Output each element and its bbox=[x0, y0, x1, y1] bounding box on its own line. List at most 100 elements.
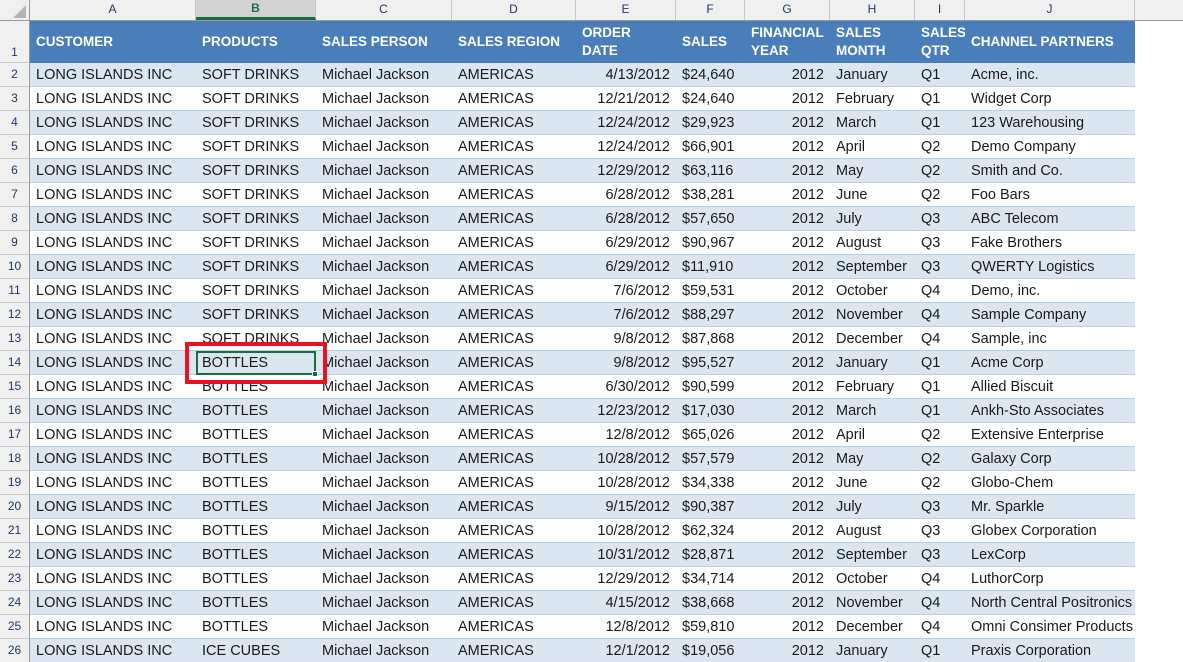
cell-sales-qtr[interactable]: Q4 bbox=[915, 327, 965, 351]
row-header-17[interactable]: 17 bbox=[0, 423, 29, 447]
cell-sales[interactable]: $34,338 bbox=[676, 471, 745, 495]
cell-channel-partners[interactable]: Mr. Sparkle bbox=[965, 495, 1135, 519]
cell-sales-qtr[interactable]: Q3 bbox=[915, 231, 965, 255]
table-row[interactable]: LONG ISLANDS INC BOTTLES Michael Jackson AM… bbox=[30, 423, 1183, 447]
cell-sales[interactable]: $66,901 bbox=[676, 135, 745, 159]
cell-order-date[interactable]: 6/28/2012 bbox=[576, 207, 676, 231]
cell-channel-partners[interactable]: Acme Corp bbox=[965, 351, 1135, 375]
cell-customer[interactable]: LONG ISLANDS INC bbox=[30, 591, 196, 615]
cell-products[interactable]: SOFT DRINKS bbox=[196, 159, 316, 183]
cell-sales-person[interactable]: Michael Jackson bbox=[316, 615, 452, 639]
cell-sales[interactable]: $17,030 bbox=[676, 399, 745, 423]
cell-sales-month[interactable]: October bbox=[830, 279, 915, 303]
cell-products[interactable]: BOTTLES bbox=[196, 591, 316, 615]
column-title-sales-person[interactable]: SALES PERSON bbox=[316, 21, 452, 63]
cell-sales-person[interactable]: Michael Jackson bbox=[316, 279, 452, 303]
row-header-13[interactable]: 13 bbox=[0, 327, 29, 351]
cell-channel-partners[interactable]: Omni Consimer Products bbox=[965, 615, 1135, 639]
cell-sales-month[interactable]: January bbox=[830, 351, 915, 375]
cell-financial-year[interactable]: 2012 bbox=[745, 135, 830, 159]
row-header-25[interactable]: 25 bbox=[0, 615, 29, 639]
column-header-i[interactable]: I bbox=[915, 0, 965, 20]
cell-sales-qtr[interactable]: Q4 bbox=[915, 279, 965, 303]
cell-sales-month[interactable]: October bbox=[830, 567, 915, 591]
cell-sales[interactable]: $59,810 bbox=[676, 615, 745, 639]
cell-sales-region[interactable]: AMERICAS bbox=[452, 543, 576, 567]
cell-customer[interactable]: LONG ISLANDS INC bbox=[30, 519, 196, 543]
cell-financial-year[interactable]: 2012 bbox=[745, 111, 830, 135]
cell-sales-region[interactable]: AMERICAS bbox=[452, 471, 576, 495]
cell-customer[interactable]: LONG ISLANDS INC bbox=[30, 351, 196, 375]
cell-sales-region[interactable]: AMERICAS bbox=[452, 207, 576, 231]
cell-sales-qtr[interactable]: Q1 bbox=[915, 639, 965, 662]
table-row[interactable]: LONG ISLANDS INC BOTTLES Michael Jackson AM… bbox=[30, 519, 1183, 543]
cell-products[interactable]: SOFT DRINKS bbox=[196, 279, 316, 303]
cell-financial-year[interactable]: 2012 bbox=[745, 327, 830, 351]
cell-sales-region[interactable]: AMERICAS bbox=[452, 591, 576, 615]
cell-financial-year[interactable]: 2012 bbox=[745, 447, 830, 471]
cell-sales-qtr[interactable]: Q4 bbox=[915, 591, 965, 615]
cell-products[interactable]: SOFT DRINKS bbox=[196, 183, 316, 207]
cell-sales-qtr[interactable]: Q2 bbox=[915, 159, 965, 183]
table-row[interactable]: LONG ISLANDS INC SOFT DRINKS Michael Jacks… bbox=[30, 279, 1183, 303]
cell-sales-person[interactable]: Michael Jackson bbox=[316, 111, 452, 135]
cell-financial-year[interactable]: 2012 bbox=[745, 279, 830, 303]
cell-sales-month[interactable]: April bbox=[830, 423, 915, 447]
row-header-5[interactable]: 5 bbox=[0, 135, 29, 159]
cell-customer[interactable]: LONG ISLANDS INC bbox=[30, 207, 196, 231]
row-header-12[interactable]: 12 bbox=[0, 303, 29, 327]
table-row[interactable]: LONG ISLANDS INC SOFT DRINKS Michael Jacks… bbox=[30, 63, 1183, 87]
cell-financial-year[interactable]: 2012 bbox=[745, 303, 830, 327]
cell-sales-qtr[interactable]: Q1 bbox=[915, 351, 965, 375]
cell-channel-partners[interactable]: LexCorp bbox=[965, 543, 1135, 567]
cell-order-date[interactable]: 4/13/2012 bbox=[576, 63, 676, 87]
cell-customer[interactable]: LONG ISLANDS INC bbox=[30, 495, 196, 519]
cell-order-date[interactable]: 12/21/2012 bbox=[576, 87, 676, 111]
cell-sales-person[interactable]: Michael Jackson bbox=[316, 543, 452, 567]
cell-sales-region[interactable]: AMERICAS bbox=[452, 183, 576, 207]
column-header-c[interactable]: C bbox=[316, 0, 452, 20]
cell-order-date[interactable]: 12/29/2012 bbox=[576, 567, 676, 591]
cell-order-date[interactable]: 12/1/2012 bbox=[576, 639, 676, 662]
table-row[interactable]: LONG ISLANDS INC BOTTLES Michael Jackson AM… bbox=[30, 495, 1183, 519]
cell-sales[interactable]: $29,923 bbox=[676, 111, 745, 135]
cell-sales-qtr[interactable]: Q1 bbox=[915, 375, 965, 399]
column-title-customer[interactable]: CUSTOMER bbox=[30, 21, 196, 63]
cell-order-date[interactable]: 9/8/2012 bbox=[576, 327, 676, 351]
cell-products[interactable]: BOTTLES bbox=[196, 351, 316, 375]
cell-channel-partners[interactable]: Allied Biscuit bbox=[965, 375, 1135, 399]
table-row[interactable]: LONG ISLANDS INC BOTTLES Michael Jackson AM… bbox=[30, 591, 1183, 615]
cell-products[interactable]: SOFT DRINKS bbox=[196, 207, 316, 231]
table-row[interactable]: LONG ISLANDS INC BOTTLES Michael Jackson AM… bbox=[30, 567, 1183, 591]
cell-products[interactable]: BOTTLES bbox=[196, 519, 316, 543]
row-header-20[interactable]: 20 bbox=[0, 495, 29, 519]
cell-sales[interactable]: $65,026 bbox=[676, 423, 745, 447]
cell-sales-person[interactable]: Michael Jackson bbox=[316, 567, 452, 591]
cell-channel-partners[interactable]: Globex Corporation bbox=[965, 519, 1135, 543]
table-row[interactable]: LONG ISLANDS INC SOFT DRINKS Michael Jacks… bbox=[30, 255, 1183, 279]
table-row[interactable]: LONG ISLANDS INC SOFT DRINKS Michael Jacks… bbox=[30, 159, 1183, 183]
cell-channel-partners[interactable]: Widget Corp bbox=[965, 87, 1135, 111]
cell-sales[interactable]: $90,387 bbox=[676, 495, 745, 519]
cell-channel-partners[interactable]: Globo-Chem bbox=[965, 471, 1135, 495]
cell-sales-person[interactable]: Michael Jackson bbox=[316, 351, 452, 375]
cell-sales-person[interactable]: Michael Jackson bbox=[316, 639, 452, 662]
cell-sales-qtr[interactable]: Q2 bbox=[915, 183, 965, 207]
cell-sales-person[interactable]: Michael Jackson bbox=[316, 423, 452, 447]
cell-products[interactable]: BOTTLES bbox=[196, 471, 316, 495]
cell-customer[interactable]: LONG ISLANDS INC bbox=[30, 327, 196, 351]
cell-order-date[interactable]: 9/15/2012 bbox=[576, 495, 676, 519]
cell-sales-region[interactable]: AMERICAS bbox=[452, 303, 576, 327]
cell-channel-partners[interactable]: QWERTY Logistics bbox=[965, 255, 1135, 279]
cell-order-date[interactable]: 7/6/2012 bbox=[576, 279, 676, 303]
column-title-products[interactable]: PRODUCTS bbox=[196, 21, 316, 63]
row-header-9[interactable]: 9 bbox=[0, 231, 29, 255]
column-title-sales-region[interactable]: SALES REGION bbox=[452, 21, 576, 63]
cell-sales-region[interactable]: AMERICAS bbox=[452, 615, 576, 639]
cell-sales-region[interactable]: AMERICAS bbox=[452, 231, 576, 255]
cell-products[interactable]: SOFT DRINKS bbox=[196, 327, 316, 351]
column-header-strip[interactable]: A B C D E F G H I J bbox=[0, 0, 1183, 21]
row-header-24[interactable]: 24 bbox=[0, 591, 29, 615]
cell-financial-year[interactable]: 2012 bbox=[745, 519, 830, 543]
cell-sales-region[interactable]: AMERICAS bbox=[452, 279, 576, 303]
